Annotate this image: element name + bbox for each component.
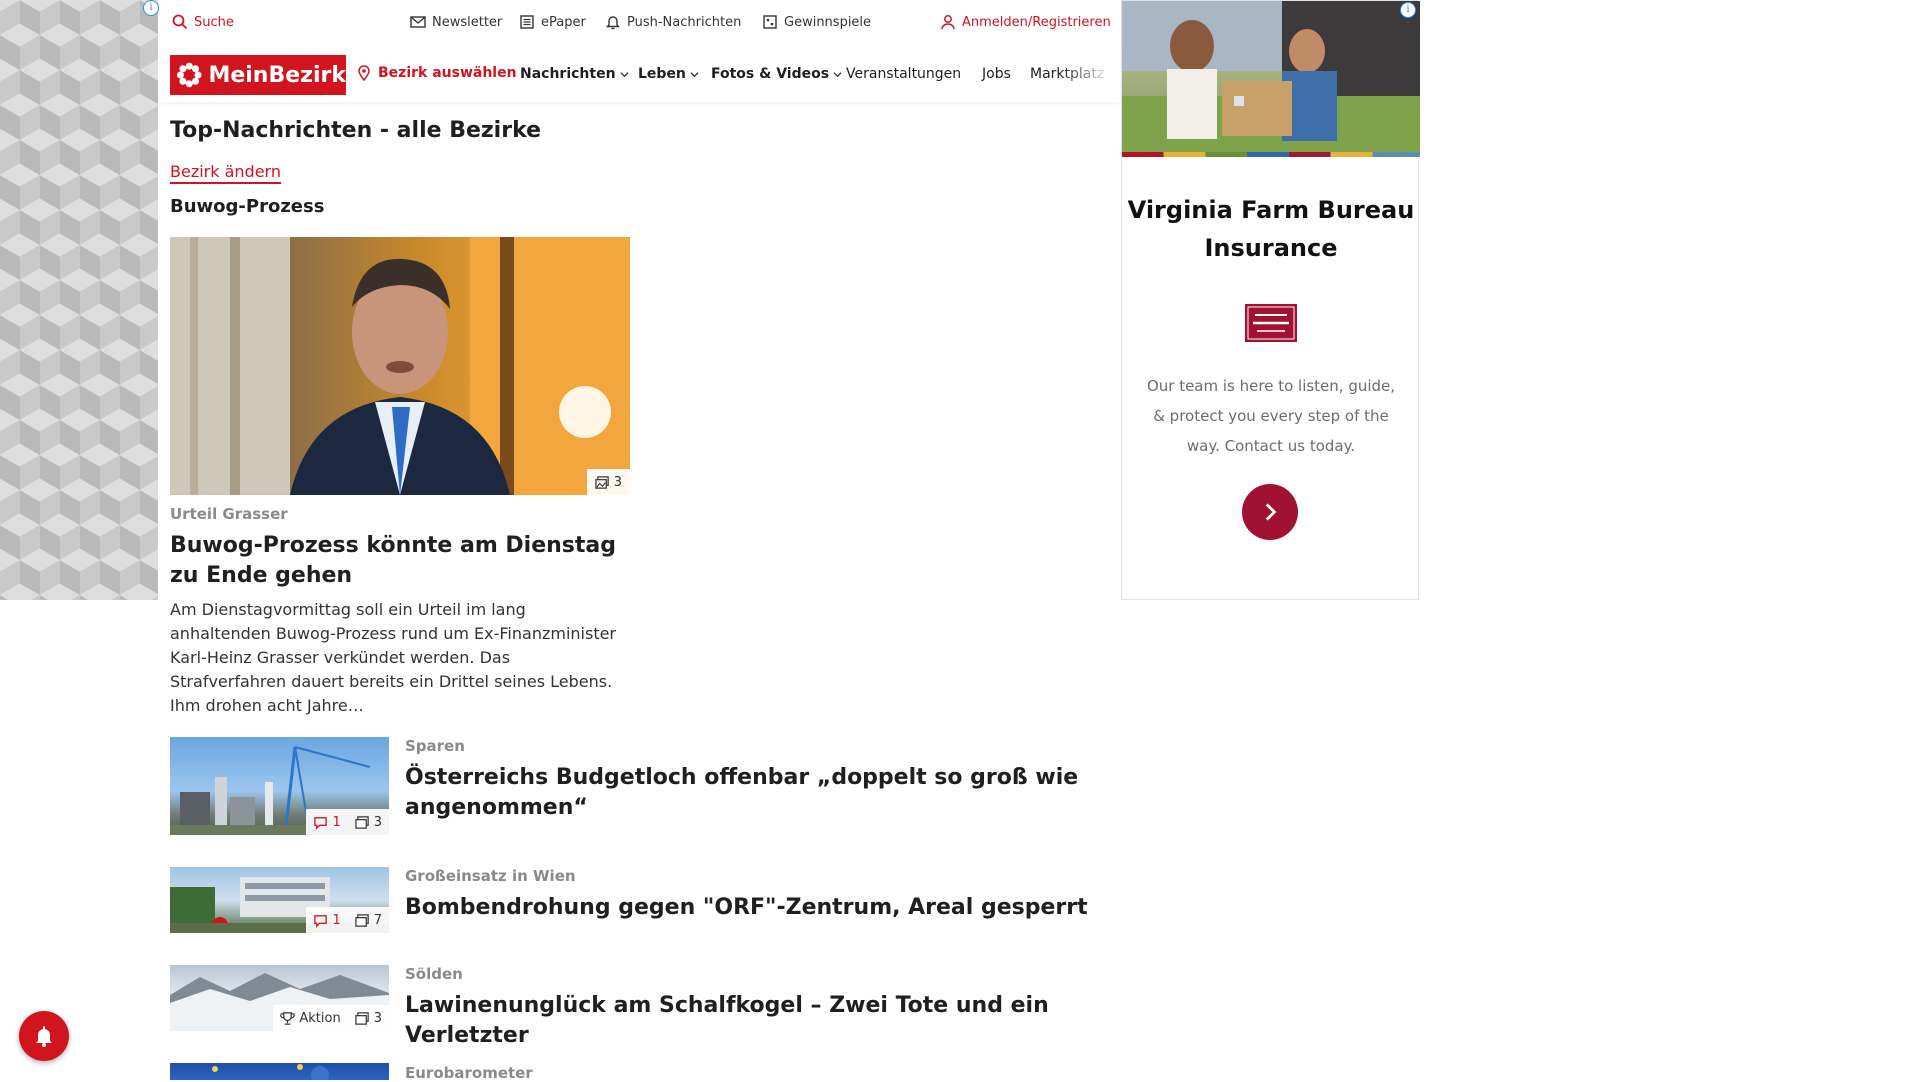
chevron-down-icon (833, 71, 842, 77)
epaper-label: ePaper (541, 14, 586, 30)
site-logo[interactable]: MeinBezirk (170, 55, 346, 95)
sidebar-advertisement[interactable]: i Virginia Farm Bureau Insurance Our tea… (1121, 0, 1420, 600)
farm-bureau-logo (1245, 304, 1297, 342)
bezirk-label: Bezirk auswählen (378, 65, 517, 81)
photo-count: 3 (348, 1005, 389, 1031)
hero-kicker: Urteil Grasser (170, 505, 288, 523)
comment-count-value: 1 (332, 814, 341, 830)
thumbnail-badges: Aktion 3 (273, 1005, 389, 1031)
bell-icon (605, 16, 621, 30)
photo-count: 7 (348, 907, 389, 933)
image-gallery-icon (595, 475, 609, 489)
comment-count: 1 (306, 809, 347, 835)
photo-count-value: 7 (373, 912, 382, 928)
article-headline[interactable]: Lawinenunglück am Schalfkogel – Zwei Tot… (405, 991, 1105, 1051)
push-notifications-link[interactable]: Push-Nachrichten (605, 14, 741, 30)
article-thumbnail[interactable]: 1 7 (170, 867, 389, 933)
gift-icon (763, 15, 777, 29)
hero-article-image[interactable]: 3 (170, 237, 630, 495)
article-headline[interactable]: Österreichs Budgetloch offenbar „doppelt… (405, 763, 1095, 823)
adchoices-icon[interactable]: i (1400, 2, 1416, 18)
nav-item-leben[interactable]: Leben (638, 66, 699, 82)
nav-label-fotos-videos: Fotos & Videos (711, 66, 830, 82)
comment-icon (314, 914, 328, 928)
login-label: Anmelden/Registrieren (962, 14, 1111, 30)
article-headline[interactable]: Bombendrohung gegen "ORF"-Zentrum, Areal… (405, 893, 1095, 923)
photo-count: 3 (348, 809, 389, 835)
ad-color-stripe (1122, 152, 1420, 157)
gewinnspiele-link[interactable]: Gewinnspiele (762, 14, 871, 30)
thumbnail-badges: 1 7 (306, 907, 389, 933)
image-gallery-icon (355, 913, 369, 927)
ad-info-icon[interactable]: i (143, 0, 159, 16)
image-gallery-icon (355, 815, 369, 829)
hero-headline[interactable]: Buwog-Prozess könnte am Dienstag zu Ende… (170, 531, 630, 591)
utility-bar: Suche Newsletter ePaper Push-Nachrichten… (160, 0, 1120, 46)
action-badge: Aktion (273, 1005, 347, 1031)
search-label: Suche (194, 14, 234, 30)
article-kicker: Sparen (405, 737, 465, 755)
article-thumbnail[interactable]: Aktion 3 (170, 965, 389, 1031)
article-thumbnail[interactable]: 1 3 (170, 737, 389, 835)
article-kicker: Großeinsatz in Wien (405, 867, 576, 885)
bezirk-select[interactable]: Bezirk auswählen (356, 65, 517, 81)
ad-family-illustration (1122, 1, 1420, 157)
image-gallery-icon (355, 1011, 369, 1025)
main-column: Suche Newsletter ePaper Push-Nachrichten… (160, 0, 1120, 1082)
newsletter-link[interactable]: Newsletter (410, 14, 502, 30)
chevron-right-icon (1265, 503, 1277, 521)
logo-flower-icon (176, 62, 202, 88)
ad-cta-button[interactable] (1242, 484, 1298, 540)
newspaper-icon (520, 15, 534, 29)
ad-body-text: Our team is here to listen, guide, & pro… (1146, 377, 1396, 455)
photo-count-badge: 3 (586, 469, 630, 495)
epaper-link[interactable]: ePaper (519, 14, 586, 30)
nav-item-fotos-videos[interactable]: Fotos & Videos (711, 66, 842, 82)
page-title: Top-Nachrichten - alle Bezirke (170, 118, 542, 143)
user-icon (941, 15, 955, 30)
chevron-down-icon (619, 71, 629, 77)
article-thumbnail[interactable] (170, 1063, 389, 1080)
nav-label-nachrichten: Nachrichten (520, 66, 616, 82)
search-link[interactable]: Suche (172, 14, 234, 30)
hero-photo-illustration (170, 237, 630, 495)
nav-item-veranstaltungen[interactable]: Veranstaltungen (846, 66, 961, 82)
search-icon (172, 14, 188, 30)
article-kicker: Sölden (405, 965, 463, 983)
topic-heading[interactable]: Buwog-Prozess (170, 196, 324, 217)
nav-item-jobs[interactable]: Jobs (982, 66, 1011, 82)
main-navigation: MeinBezirk Bezirk auswählen Nachrichten … (160, 46, 1120, 102)
comment-icon (314, 816, 328, 830)
photo-count-value: 3 (373, 814, 382, 830)
thumbnail-badges: 1 3 (306, 809, 389, 835)
action-label: Aktion (299, 1010, 341, 1026)
push-label: Push-Nachrichten (627, 14, 742, 30)
newsletter-label: Newsletter (432, 14, 503, 30)
gewinnspiele-label: Gewinnspiele (784, 14, 872, 30)
change-bezirk-link[interactable]: Bezirk ändern (170, 162, 281, 184)
login-link[interactable]: Anmelden/Registrieren (940, 14, 1111, 30)
push-notification-button[interactable] (19, 1011, 69, 1061)
nav-label-leben: Leben (638, 66, 686, 82)
ad-image (1122, 1, 1420, 157)
trophy-icon (280, 1011, 296, 1025)
photo-count-value: 3 (373, 1010, 382, 1026)
location-pin-icon (358, 65, 370, 81)
nav-item-nachrichten[interactable]: Nachrichten (520, 66, 629, 82)
logo-text: MeinBezirk (208, 62, 346, 88)
ad-title[interactable]: Virginia Farm Bureau Insurance (1122, 191, 1420, 267)
comment-count-value: 1 (332, 912, 341, 928)
photo-count: 3 (613, 474, 622, 490)
ad-skin-left[interactable] (0, 0, 158, 600)
article-kicker: Eurobarometer (405, 1064, 533, 1082)
eu-flag-illustration (212, 1064, 329, 1080)
nav-overflow-fade (1060, 46, 1120, 102)
comment-count: 1 (306, 907, 347, 933)
hero-teaser[interactable]: Am Dienstagvormittag soll ein Urteil im … (170, 598, 630, 718)
mail-icon (410, 16, 426, 28)
bell-icon (36, 1026, 52, 1047)
chevron-down-icon (690, 71, 699, 77)
